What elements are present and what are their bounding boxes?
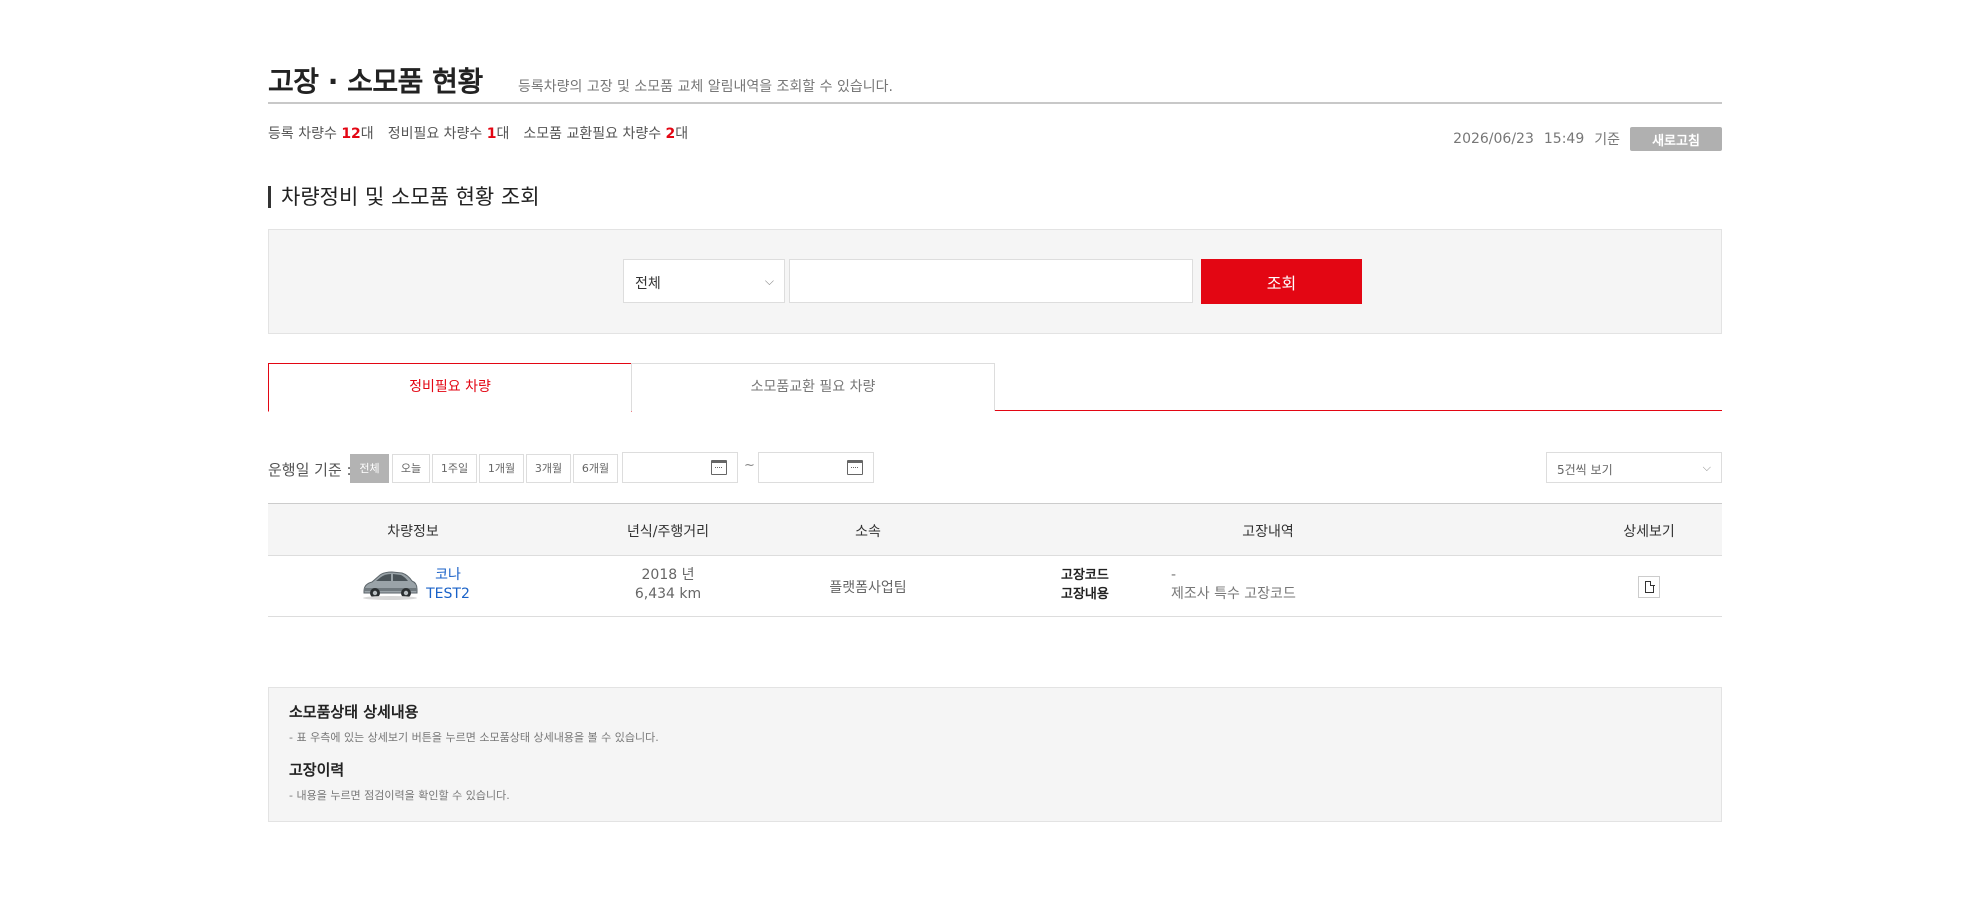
date-from-input[interactable] [622,452,738,483]
calendar-icon[interactable] [711,460,727,475]
column-header: 상세보기 [1623,524,1675,540]
page-title: 고장 · 소모품 현황 [268,65,483,98]
fault-desc-label: 고장내용 [1061,587,1109,602]
help-text-faults: - 내용을 누르면 점검이력을 확인할 수 있습니다. [289,789,510,802]
column-header: 차량정보 [387,524,439,540]
tab-consumables[interactable]: 소모품교환 필요 차량 [631,363,995,411]
registered-count-value: 12 [341,126,361,142]
consumable-count-label: 소모품 교환필요 차량수 [523,126,666,142]
date-to-input[interactable] [758,452,874,483]
car-organization: 플랫폼사업팀 [829,580,907,596]
fault-code-value[interactable]: - [1171,566,1296,585]
timestamp-date: 2026/06/23 [1453,131,1534,147]
period-filter-label: 운행일 기준 : [268,461,352,479]
fault-values[interactable]: - 제조사 특수 고장코드 [1171,566,1296,604]
help-heading-faults: 고장이력 [289,761,345,779]
per-page-value: 5건씩 보기 [1557,463,1613,477]
car-plate[interactable]: TEST2 [418,585,478,604]
chevron-down-icon: ⌵ [764,274,774,288]
refresh-button[interactable]: 새로고침 [1630,127,1722,151]
period-filter: 운행일 기준 : 전체 오늘 1주일 1개월 3개월 6개월 ~ 5건씩 보기 … [268,452,1722,484]
tab-bar: 정비필요 차량 소모품교환 필요 차량 [268,363,1722,412]
period-1week-button[interactable]: 1주일 [432,454,477,483]
consumable-count-value: 2 [665,126,676,142]
page-header: 고장 · 소모품 현황 등록차량의 고장 및 소모품 교체 알림내역을 조회할 … [268,56,1722,104]
period-1month-button[interactable]: 1개월 [479,454,524,483]
timestamp-suffix: 기준 [1594,132,1620,148]
calendar-icon[interactable] [847,460,863,475]
period-all-button[interactable]: 전체 [350,454,389,483]
car-thumbnail [363,571,418,600]
date-range-separator: ~ [744,458,755,473]
column-header: 소속 [855,524,881,540]
period-6month-button[interactable]: 6개월 [573,454,618,483]
car-model[interactable]: 코나 [418,566,478,585]
fault-desc-value[interactable]: 제조사 특수 고장코드 [1171,585,1296,604]
search-button[interactable]: 조회 [1201,259,1362,304]
registered-count-unit: 대 [360,126,374,142]
help-text-consumables: - 표 우측에 있는 상세보기 버튼을 누르면 소모품상태 상세내용을 볼 수 … [289,731,659,744]
search-panel: 전체 ⌵ 조회 [268,229,1722,334]
column-header: 년식/주행거리 [627,524,709,540]
car-info[interactable]: 코나 TEST2 [418,566,478,604]
maintenance-count-unit: 대 [496,126,510,142]
vehicle-stats: 등록 차량수 12대 정비필요 차량수 1대 소모품 교환필요 차량수 2대 [268,123,688,143]
fault-code-label: 고장코드 [1061,568,1109,583]
year-mileage: 2018 년 6,434 km [608,566,728,604]
page-subtitle: 등록차량의 고장 및 소모품 교체 알림내역을 조회할 수 있습니다. [518,79,893,95]
maintenance-count-value: 1 [486,126,497,142]
vehicle-table: 차량정보 년식/주행거리 소속 고장내역 상세보기 코나 TEST2 2018 … [268,503,1722,617]
table-header: 차량정보 년식/주행거리 소속 고장내역 상세보기 [268,503,1722,556]
search-input[interactable] [789,259,1193,303]
timestamp-time: 15:49 [1543,131,1585,147]
column-header: 고장내역 [1242,524,1294,540]
filter-select-value: 전체 [635,276,661,292]
registered-count-label: 등록 차량수 [268,126,342,142]
consumable-count-unit: 대 [675,126,689,142]
timestamp: 2026/06/23 15:49 기준 새로고침 [1453,127,1722,151]
help-box: 소모품상태 상세내용 - 표 우측에 있는 상세보기 버튼을 누르면 소모품상태… [268,687,1722,822]
fault-labels: 고장코드 고장내용 [1061,566,1109,604]
filter-select[interactable]: 전체 ⌵ [623,259,785,303]
per-page-select[interactable]: 5건씩 보기 ⌵ [1546,452,1722,483]
detail-view-button[interactable] [1638,576,1660,598]
tab-maintenance[interactable]: 정비필요 차량 [268,363,632,412]
chevron-down-icon: ⌵ [1702,461,1711,474]
car-mileage: 6,434 km [634,586,702,602]
period-3month-button[interactable]: 3개월 [526,454,571,483]
document-icon [1645,580,1655,593]
table-row[interactable]: 코나 TEST2 2018 년 6,434 km 플랫폼사업팀 고장코드 고장내… [268,556,1722,617]
maintenance-count-label: 정비필요 차량수 [387,126,487,142]
car-year: 2018 년 [641,567,695,583]
help-heading-consumables: 소모품상태 상세내용 [289,703,419,721]
section-title: 차량정비 및 소모품 현황 조회 [268,186,540,208]
period-today-button[interactable]: 오늘 [392,454,430,483]
